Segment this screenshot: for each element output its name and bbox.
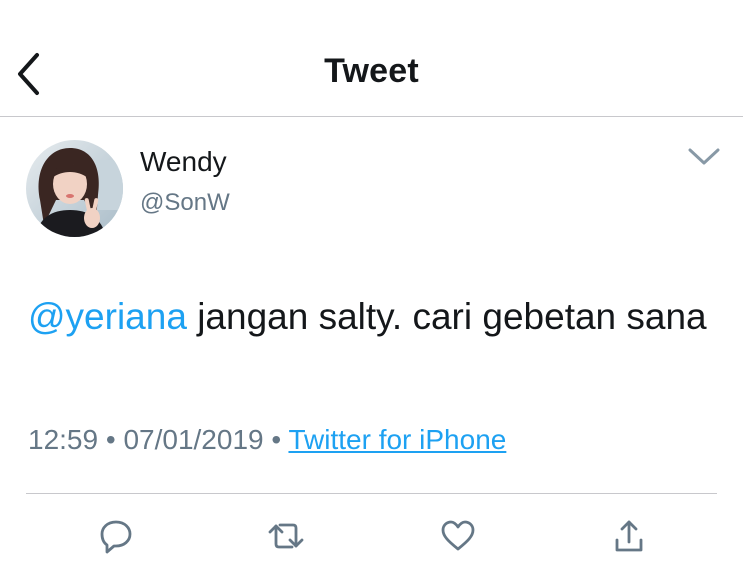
tweet-time: 12:59 (28, 424, 99, 455)
author-handle[interactable]: @SonW (140, 189, 230, 217)
tweet-source-link[interactable]: Twitter for iPhone (288, 424, 506, 455)
mention-link[interactable]: @yeriana (28, 296, 187, 337)
tweet-options-button[interactable] (682, 140, 726, 174)
tweet-meta: 12:59 • 07/01/2019 • Twitter for iPhone (28, 424, 506, 456)
chevron-down-icon (688, 148, 720, 165)
meta-separator: • (271, 424, 282, 455)
share-button[interactable] (605, 512, 653, 560)
avatar[interactable] (26, 140, 123, 237)
reply-icon (100, 520, 132, 554)
page-title: Tweet (324, 52, 419, 90)
share-icon (615, 520, 643, 552)
divider (26, 493, 717, 494)
reply-button[interactable] (92, 512, 140, 560)
tweet-date: 07/01/2019 (123, 424, 264, 455)
avatar-photo (26, 140, 123, 237)
tweet-body: jangan salty. cari gebetan sana (186, 296, 707, 337)
author-name[interactable]: Wendy (140, 146, 227, 178)
meta-separator: • (105, 424, 116, 455)
retweet-icon (268, 523, 304, 549)
like-button[interactable] (434, 512, 482, 560)
navigation-header: Tweet (0, 0, 743, 117)
tweet-text: @yeriana jangan salty. cari gebetan sana (28, 290, 718, 344)
heart-icon (441, 520, 475, 551)
retweet-button[interactable] (262, 512, 310, 560)
